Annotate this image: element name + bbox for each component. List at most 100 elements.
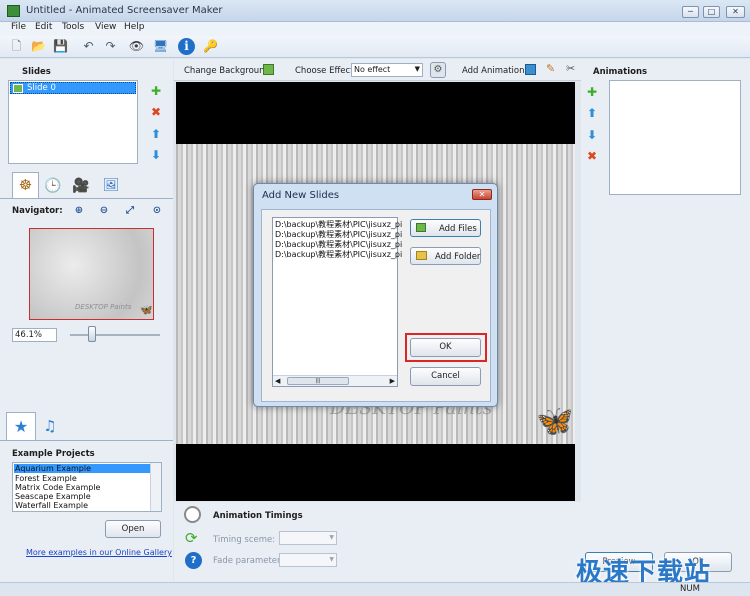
zoom-value-field[interactable]: 46.1%	[12, 328, 57, 342]
chevron-down-icon: ▼	[329, 556, 334, 563]
file-list-hscroll[interactable]: ◀ ||| ▶	[273, 375, 397, 386]
navigator-label: Navigator:	[12, 206, 63, 216]
add-folder-label: Add Folder	[435, 252, 481, 262]
scroll-thumb[interactable]: |||	[287, 377, 349, 385]
menu-bar: File Edit Tools View Help	[0, 22, 750, 36]
star-icon: ★	[13, 417, 29, 436]
file-list[interactable]: D:\backup\教程素材\PIC\jisuxz_pi D:\backup\教…	[272, 217, 402, 387]
example-projects-header: Example Projects	[12, 449, 95, 459]
scroll-right-icon[interactable]: ▶	[390, 377, 395, 385]
example-item-forest[interactable]: Forest Example	[15, 474, 77, 483]
add-files-button[interactable]: Add Files	[410, 219, 481, 237]
butterfly-animation-icon[interactable]: 🦋	[536, 404, 573, 439]
move-down-icon[interactable]: ⬇	[149, 148, 163, 162]
zoom-in-icon[interactable]: ⊕	[72, 204, 86, 218]
fade-parameter-select[interactable]: ▼	[279, 553, 337, 567]
menu-tools[interactable]: Tools	[62, 22, 84, 32]
save-icon[interactable]: 💾	[52, 38, 69, 55]
add-animation-icon[interactable]: ✚	[585, 85, 599, 99]
zoom-out-icon[interactable]: ⊖	[97, 204, 111, 218]
animation-image-icon[interactable]	[525, 64, 536, 75]
app-icon	[7, 5, 20, 17]
animations-header: Animations	[593, 67, 648, 77]
zoom-slider-track[interactable]	[70, 334, 160, 336]
tab-navigator[interactable]: ☸	[12, 172, 39, 198]
menu-file[interactable]: File	[11, 22, 26, 32]
add-slide-icon[interactable]: ✚	[149, 84, 163, 98]
example-item-waterfall[interactable]: Waterfall Example	[15, 501, 88, 510]
maximize-button[interactable]: □	[703, 6, 720, 18]
eye-preview-icon[interactable]: 👁	[128, 38, 145, 55]
zoom-fit-icon[interactable]: ⤢	[123, 204, 137, 218]
chevron-down-icon: ▼	[414, 65, 420, 73]
navigator-logo: DESKTOP Paints	[75, 303, 132, 311]
close-button[interactable]: ✕	[726, 6, 745, 18]
animation-timings-header: Animation Timings	[213, 511, 303, 521]
folder-icon	[416, 251, 427, 260]
animation-up-icon[interactable]: ⬆	[585, 106, 599, 120]
clock-icon: 🕒	[44, 178, 62, 194]
status-bar	[0, 582, 750, 596]
effect-settings-icon[interactable]: ⚙	[430, 62, 446, 78]
animation-down-icon[interactable]: ⬇	[585, 128, 599, 142]
tab-timer[interactable]: 🕒	[42, 176, 64, 196]
window-title: Untitled - Animated Screensaver Maker	[26, 5, 223, 16]
tab-music[interactable]: ♫	[38, 414, 62, 438]
tab-image-info[interactable]: 🖼	[100, 176, 122, 196]
example-item-seascape[interactable]: Seascape Example	[15, 492, 91, 501]
delete-slide-icon[interactable]: ✖	[149, 105, 163, 119]
choose-effect-label: Choose Effect:	[295, 66, 357, 76]
animations-list[interactable]	[609, 80, 741, 195]
tab-camera[interactable]: 🎥	[68, 176, 94, 196]
refresh-icon: ⟳	[185, 529, 198, 547]
background-image-icon[interactable]	[263, 64, 274, 75]
add-folder-button[interactable]: Add Folder	[410, 247, 481, 265]
undo-icon[interactable]: ↶	[80, 38, 97, 55]
dialog-cancel-button[interactable]: Cancel	[410, 367, 481, 386]
new-file-icon[interactable]: 🗋	[8, 38, 25, 55]
change-background-button[interactable]: Change Background	[184, 66, 270, 76]
open-folder-icon[interactable]: 📂	[30, 38, 47, 55]
menu-help[interactable]: Help	[124, 22, 145, 32]
delete-animation-icon[interactable]: ✖	[585, 149, 599, 163]
redo-icon[interactable]: ↷	[102, 38, 119, 55]
help-icon[interactable]: ?	[185, 552, 202, 569]
tools-icon[interactable]: ✂	[566, 62, 575, 75]
monitor-icon[interactable]: 🖥	[152, 38, 169, 55]
timing-scene-select[interactable]: ▼	[279, 531, 337, 545]
menu-view[interactable]: View	[95, 22, 116, 32]
slides-header: Slides	[22, 67, 51, 77]
example-list-scrollbar[interactable]	[150, 463, 161, 511]
scroll-left-icon[interactable]: ◀	[275, 377, 280, 385]
navigator-thumbnail[interactable]: DESKTOP Paints 🦋	[29, 228, 154, 320]
dialog-title: Add New Slides	[262, 190, 340, 201]
dialog-ok-button[interactable]: OK	[410, 338, 481, 357]
tab-divider	[0, 198, 173, 199]
chevron-down-icon: ▼	[329, 534, 334, 541]
example-item-matrix[interactable]: Matrix Code Example	[15, 483, 100, 492]
info-icon[interactable]: i	[178, 38, 195, 55]
slide-item[interactable]: Slide 0	[10, 82, 136, 94]
menu-edit[interactable]: Edit	[35, 22, 52, 32]
example-item-aquarium[interactable]: Aquarium Example	[14, 464, 150, 473]
add-files-icon	[416, 223, 426, 232]
tab-favorites[interactable]: ★	[6, 412, 36, 440]
move-up-icon[interactable]: ⬆	[149, 127, 163, 141]
open-example-button[interactable]: Open	[105, 520, 161, 538]
zoom-actual-icon[interactable]: ⊙	[150, 204, 164, 218]
status-num: NUM	[680, 584, 700, 594]
add-animation-label: Add Animation	[462, 66, 525, 76]
online-gallery-link[interactable]: More examples in our Online Gallery	[26, 548, 172, 557]
brush-icon[interactable]: ✎	[546, 62, 555, 75]
key-icon[interactable]: 🔑	[202, 38, 219, 55]
timings-clock-icon	[184, 506, 201, 523]
dialog-close-button[interactable]: ✕	[472, 189, 492, 200]
minimize-button[interactable]: ─	[682, 6, 699, 18]
fade-parameter-label: Fade parameter:	[213, 556, 284, 566]
file-item[interactable]: D:\backup\教程素材\PIC\jisuxz_pi	[275, 249, 402, 260]
effect-select[interactable]: No effect ▼	[351, 63, 423, 77]
slide-thumb-icon	[13, 84, 23, 93]
video-camera-icon: 🎥	[72, 178, 90, 194]
ship-wheel-icon: ☸	[18, 176, 33, 194]
zoom-slider-thumb[interactable]	[88, 326, 96, 342]
